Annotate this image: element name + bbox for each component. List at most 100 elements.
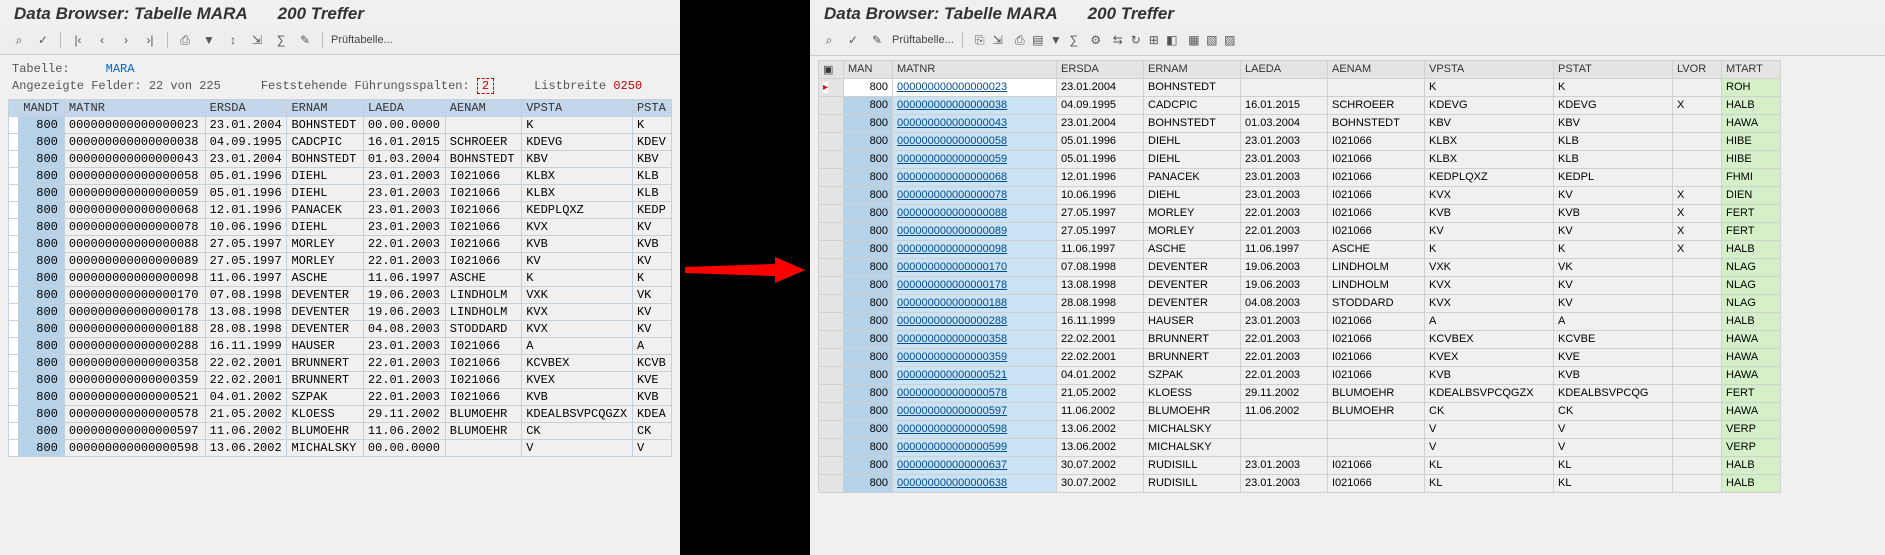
matnr-link[interactable]: 000000000000000358 [893, 330, 1057, 348]
toolbar-icon[interactable]: ⇆ [1109, 31, 1127, 49]
table-row[interactable]: 80000000000000000057821.05.2002KLOESS29.… [819, 384, 1781, 402]
col-header[interactable]: AENAM [1328, 60, 1425, 78]
matnr-link[interactable]: 000000000000000043 [893, 114, 1057, 132]
table-row[interactable]: 80000000000000000004323.01.2004BOHNSTEDT… [819, 114, 1781, 132]
toolbar-icon[interactable]: ▧ [1203, 31, 1221, 49]
filter-icon[interactable]: ▼ [200, 31, 218, 49]
matnr-link[interactable]: 000000000000000068 [893, 168, 1057, 186]
col-header[interactable]: LVOR [1673, 60, 1722, 78]
col-header[interactable]: MATNR [893, 60, 1057, 78]
matnr-link[interactable]: 000000000000000089 [893, 222, 1057, 240]
toolbar-icon[interactable]: ⎙ [1011, 32, 1029, 50]
col-header[interactable]: AENAM [445, 99, 521, 116]
toolbar-icon[interactable]: ▤ [1029, 31, 1047, 49]
glasses-icon[interactable]: ⌕ [820, 31, 838, 49]
col-header[interactable]: LAEDA [363, 99, 445, 116]
col-header[interactable]: LAEDA [1241, 60, 1328, 78]
toolbar-icon[interactable]: ⎘ [971, 32, 989, 50]
prev-page-icon[interactable]: ‹ [93, 31, 111, 49]
export-icon[interactable]: ⇲ [248, 31, 266, 49]
matnr-link[interactable]: 000000000000000088 [893, 204, 1057, 222]
toolbar-icon[interactable]: ◧ [1163, 31, 1181, 49]
table-row[interactable]: 80000000000000000059913.06.2002MICHALSKY… [819, 438, 1781, 456]
table-row[interactable]: 80000000000000000005905.01.1996DIEHL23.0… [819, 150, 1781, 168]
table-row[interactable]: 80000000000000000008927.05.1997MORLEY22.… [819, 222, 1781, 240]
table-row[interactable]: 80000000000000000009811.06.1997ASCHE11.0… [819, 240, 1781, 258]
table-row[interactable]: 80000000000000000005805.01.1996DIEHL23.0… [9, 167, 672, 184]
table-row[interactable]: 80000000000000000059711.06.2002BLUMOEHR1… [9, 422, 672, 439]
table-row[interactable]: 80000000000000000008827.05.1997MORLEY22.… [819, 204, 1781, 222]
matnr-link[interactable]: 000000000000000059 [893, 150, 1057, 168]
sum-icon[interactable]: ∑ [272, 31, 290, 49]
col-header[interactable]: MANDT [19, 99, 65, 116]
table-row[interactable]: 80000000000000000007810.06.1996DIEHL23.0… [819, 186, 1781, 204]
col-header[interactable] [9, 99, 19, 116]
col-header[interactable]: ERNAM [287, 99, 363, 116]
matnr-link[interactable]: 000000000000000178 [893, 276, 1057, 294]
col-header[interactable]: MATNR [64, 99, 205, 116]
matnr-link[interactable]: 000000000000000638 [893, 474, 1057, 492]
toolbar-icon[interactable]: ⇲ [989, 31, 1007, 49]
last-page-icon[interactable]: ›| [141, 31, 159, 49]
table-row[interactable]: 80000000000000000035922.02.2001BRUNNERT2… [9, 371, 672, 388]
check-icon[interactable]: ✓ [844, 31, 862, 49]
table-row[interactable]: 80000000000000000006812.01.1996PANACEK23… [819, 168, 1781, 186]
col-header[interactable]: PSTAT [1554, 60, 1673, 78]
table-row[interactable]: 80000000000000000018828.08.1998DEVENTER0… [9, 320, 672, 337]
col-header[interactable]: VPSTA [1425, 60, 1554, 78]
matnr-link[interactable]: 000000000000000098 [893, 240, 1057, 258]
table-row[interactable]: 80000000000000000008827.05.1997MORLEY22.… [9, 235, 672, 252]
matnr-link[interactable]: 000000000000000078 [893, 186, 1057, 204]
first-page-icon[interactable]: |‹ [69, 31, 87, 49]
toolbar-icon[interactable]: ▦ [1185, 31, 1203, 49]
table-row[interactable]: 80000000000000000017813.08.1998DEVENTER1… [819, 276, 1781, 294]
matnr-link[interactable]: 000000000000000170 [893, 258, 1057, 276]
table-row[interactable]: 80000000000000000028816.11.1999HAUSER23.… [819, 312, 1781, 330]
col-header[interactable]: VPSTA [522, 99, 633, 116]
check-table-button[interactable]: Prüftabelle... [331, 34, 393, 46]
col-header[interactable]: ERNAM [1144, 60, 1241, 78]
col-header[interactable]: MAN [844, 60, 893, 78]
matnr-link[interactable]: 000000000000000578 [893, 384, 1057, 402]
table-row[interactable]: ▸80000000000000000002323.01.2004BOHNSTED… [819, 78, 1781, 96]
matnr-link[interactable]: 000000000000000521 [893, 366, 1057, 384]
toolbar-icon[interactable]: ⊞ [1145, 31, 1163, 49]
table-row[interactable]: 80000000000000000018828.08.1998DEVENTER0… [819, 294, 1781, 312]
toolbar-icon[interactable]: ∑ [1065, 31, 1083, 49]
toolbar-icon[interactable]: ▼ [1047, 31, 1065, 49]
toolbar-icon[interactable]: ▨ [1221, 31, 1239, 49]
col-header[interactable]: PSTA [632, 99, 671, 116]
col-header[interactable]: MTART [1722, 60, 1781, 78]
table-row[interactable]: 80000000000000000059813.06.2002MICHALSKY… [819, 420, 1781, 438]
check-icon[interactable]: ✓ [34, 31, 52, 49]
table-row[interactable]: 80000000000000000052104.01.2002SZPAK22.0… [9, 388, 672, 405]
toolbar-icon[interactable]: ↻ [1127, 31, 1145, 49]
matnr-link[interactable]: 000000000000000023 [893, 78, 1057, 96]
sort-icon[interactable]: ↕ [224, 31, 242, 49]
table-row[interactable]: 80000000000000000017813.08.1998DEVENTER1… [9, 303, 672, 320]
table-row[interactable]: 80000000000000000035822.02.2001BRUNNERT2… [9, 354, 672, 371]
matnr-link[interactable]: 000000000000000188 [893, 294, 1057, 312]
glasses-icon[interactable]: ⌕ [10, 31, 28, 49]
table-row[interactable]: 80000000000000000035822.02.2001BRUNNERT2… [819, 330, 1781, 348]
toolbar-icon[interactable]: ⚙ [1087, 31, 1105, 49]
matnr-link[interactable]: 000000000000000597 [893, 402, 1057, 420]
table-row[interactable]: 80000000000000000017007.08.1998DEVENTER1… [819, 258, 1781, 276]
table-row[interactable]: 80000000000000000009811.06.1997ASCHE11.0… [9, 269, 672, 286]
table-row[interactable]: 80000000000000000004323.01.2004BOHNSTEDT… [9, 150, 672, 167]
col-header[interactable]: ERSDA [205, 99, 287, 116]
table-row[interactable]: 80000000000000000008927.05.1997MORLEY22.… [9, 252, 672, 269]
table-row[interactable]: 80000000000000000057821.05.2002KLOESS29.… [9, 405, 672, 422]
table-row[interactable]: 80000000000000000003804.09.1995CADCPIC16… [9, 133, 672, 150]
fixed-cols-value[interactable]: 2 [477, 78, 494, 94]
table-row[interactable]: 80000000000000000005805.01.1996DIEHL23.0… [819, 132, 1781, 150]
next-page-icon[interactable]: › [117, 31, 135, 49]
table-row[interactable]: 80000000000000000002323.01.2004BOHNSTEDT… [9, 116, 672, 133]
table-row[interactable]: 80000000000000000005905.01.1996DIEHL23.0… [9, 184, 672, 201]
print-icon[interactable]: ⎙ [176, 31, 194, 49]
table-row[interactable]: 80000000000000000028816.11.1999HAUSER23.… [9, 337, 672, 354]
check-table-button[interactable]: Prüftabelle... [892, 34, 954, 46]
matnr-link[interactable]: 000000000000000359 [893, 348, 1057, 366]
settings-icon[interactable]: ✎ [296, 31, 314, 49]
matnr-link[interactable]: 000000000000000598 [893, 420, 1057, 438]
